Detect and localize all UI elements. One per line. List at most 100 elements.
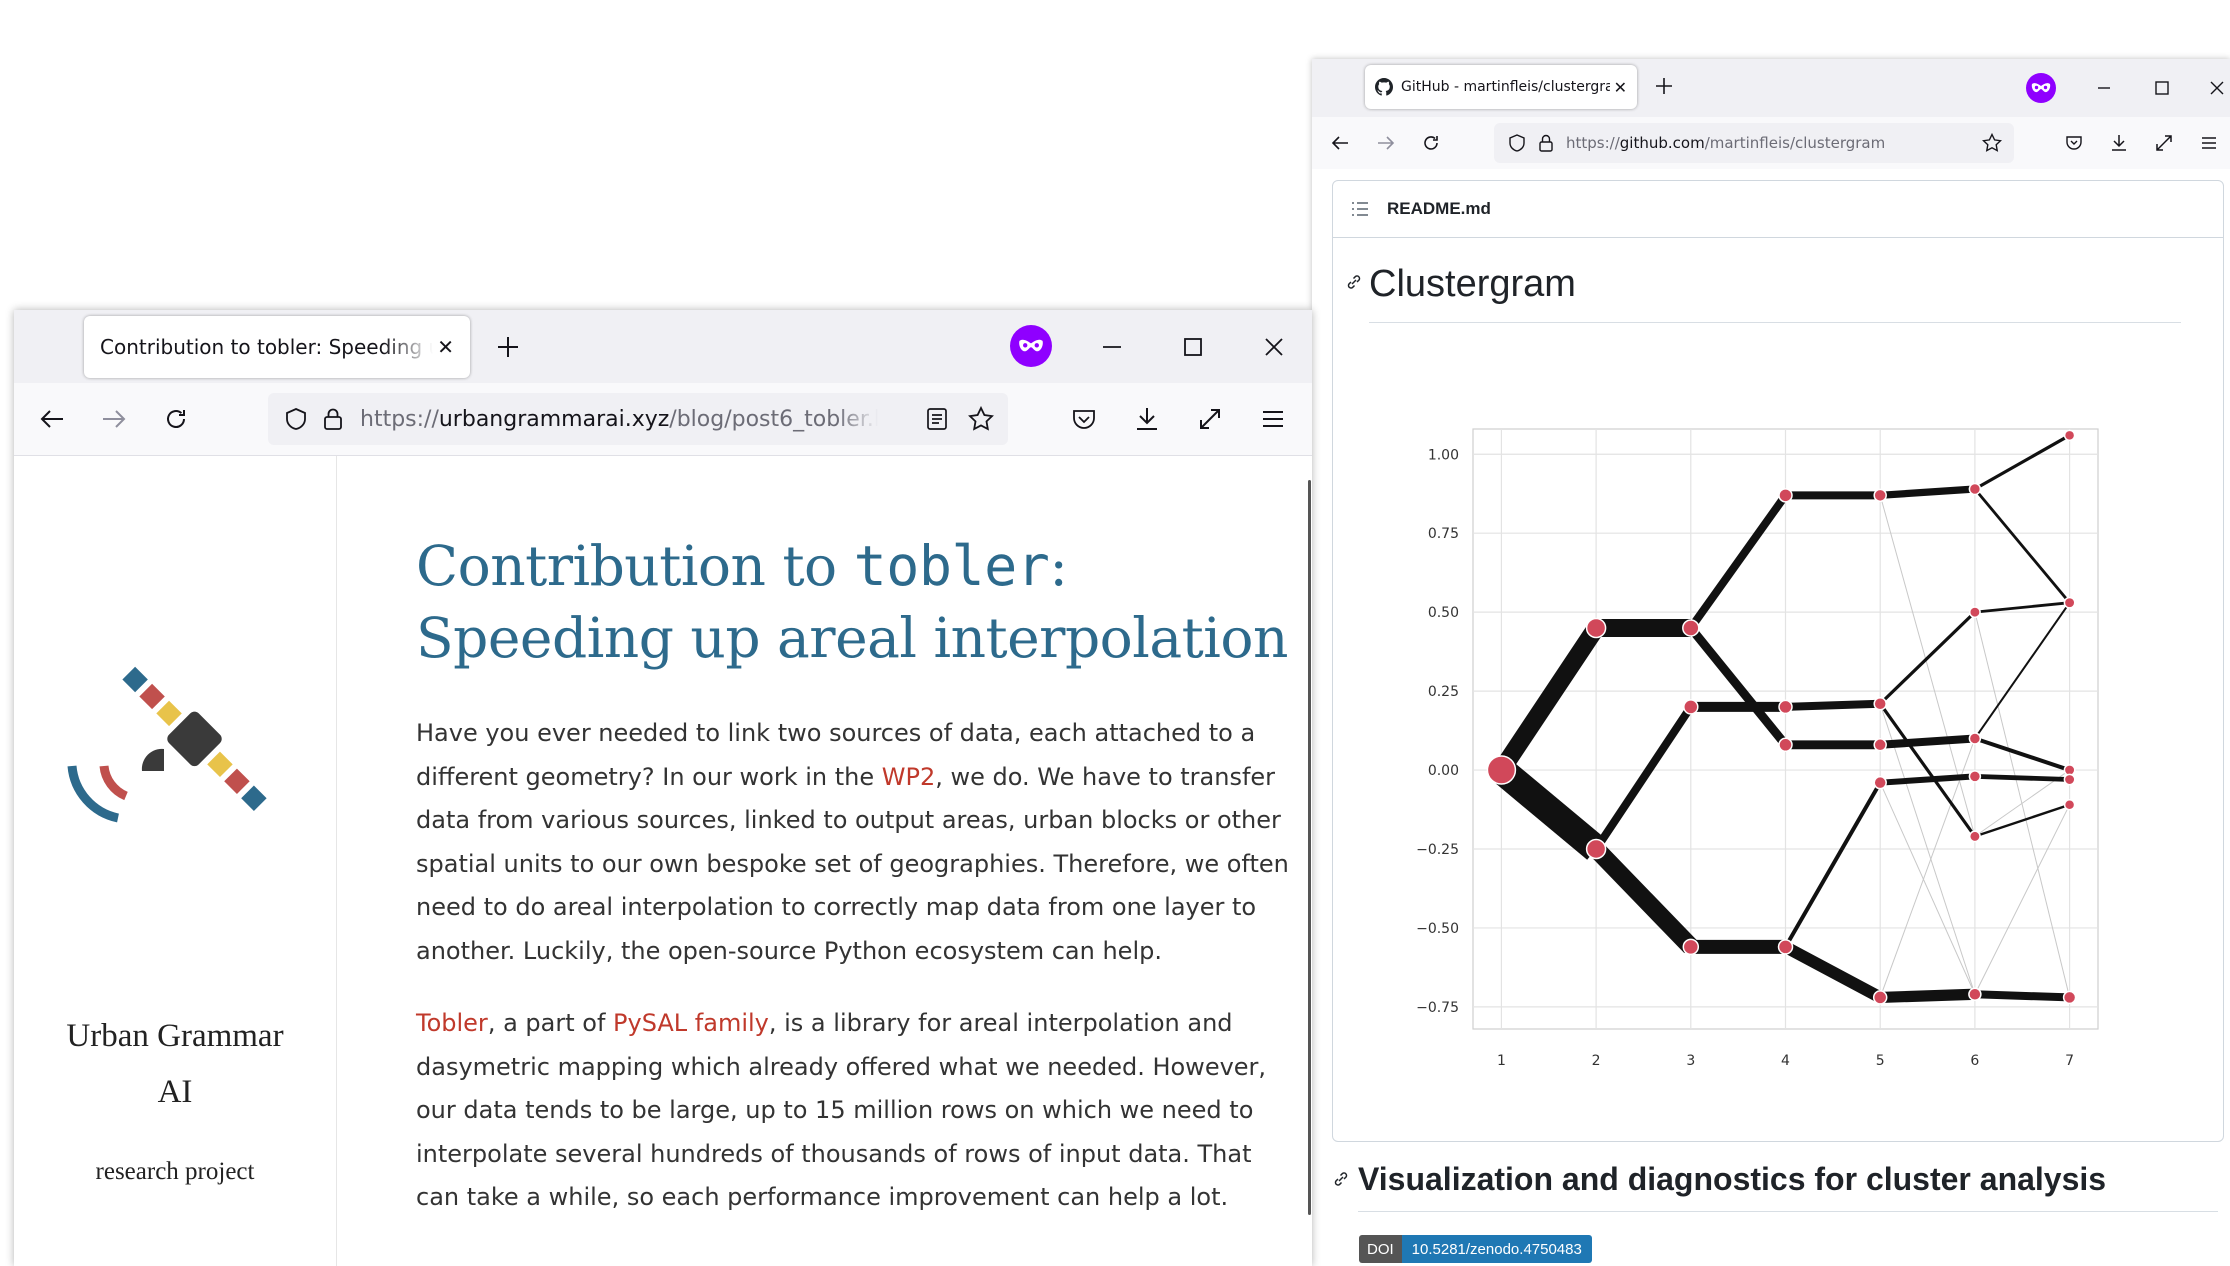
right-minimize-icon[interactable] xyxy=(2089,73,2119,103)
article-title-part1: Contribution to xyxy=(416,534,854,598)
left-tab-close-icon[interactable]: ✕ xyxy=(437,335,454,359)
left-url-prefix: https:// xyxy=(360,406,439,432)
right-url-prefix: https:// xyxy=(1566,134,1620,152)
right-private-browsing-icon xyxy=(2026,73,2056,103)
chart-node xyxy=(2062,990,2077,1005)
right-url-text[interactable]: https://github.com/martinfleis/clustergr… xyxy=(1566,134,1966,152)
chart-node xyxy=(1778,699,1793,715)
urban-grammar-logo[interactable] xyxy=(54,636,294,846)
left-tab-strip: Contribution to tobler: Speeding up area… xyxy=(14,310,1312,383)
left-tab-title: Contribution to tobler: Speeding up area… xyxy=(100,335,433,359)
right-bookmark-star-icon[interactable] xyxy=(1982,133,2002,153)
right-nav-bar: https://github.com/martinfleis/clustergr… xyxy=(1312,117,2230,169)
right-tracking-shield-icon[interactable] xyxy=(1508,134,1526,152)
list-toc-icon[interactable] xyxy=(1351,201,1369,217)
site-sidebar: Urban Grammar AI research project xyxy=(14,456,337,1266)
p1-text-b: , we do. We have to transfer data from v… xyxy=(416,762,1289,965)
left-maximize-icon[interactable] xyxy=(1176,330,1210,364)
chart-node xyxy=(1968,482,1982,496)
chart-y-tick-label: 0.75 xyxy=(1428,526,1459,542)
article-title-code: tobler xyxy=(853,534,1050,598)
p2-text-b: , is a library for areal interpolation a… xyxy=(416,1009,1267,1211)
chart-node xyxy=(1486,755,1517,785)
right-fullscreen-icon[interactable] xyxy=(2150,129,2178,157)
chart-node xyxy=(1968,770,1982,783)
chart-y-tick-label: 0.50 xyxy=(1428,605,1459,621)
chart-node xyxy=(1585,617,1607,639)
left-back-icon[interactable] xyxy=(34,401,70,437)
article-title: Contribution to tobler: Speeding up area… xyxy=(416,530,1296,674)
chart-node xyxy=(1778,488,1793,503)
wp2-link[interactable]: WP2 xyxy=(882,763,935,791)
chart-x-tick-label: 1 xyxy=(1497,1053,1506,1069)
right-active-tab[interactable]: GitHub - martinfleis/clustergram ✕ xyxy=(1365,65,1637,109)
h2-underline xyxy=(1358,1211,2218,1212)
site-name-line2[interactable]: AI xyxy=(14,1074,336,1111)
p2-text-a: , a part of xyxy=(487,1009,614,1037)
left-new-tab-icon[interactable] xyxy=(492,331,524,363)
left-scrollbar[interactable] xyxy=(1308,480,1311,1215)
chart-node xyxy=(1968,830,1981,843)
chart-node xyxy=(1968,606,1981,619)
left-close-window-icon[interactable] xyxy=(1257,330,1291,364)
chart-edge xyxy=(1880,988,1976,1004)
article-paragraph-2: Tobler, a part of PySAL family, is a lib… xyxy=(416,1002,1296,1220)
left-browser-window: Contribution to tobler: Speeding up area… xyxy=(14,310,1312,1266)
chart-node xyxy=(1682,938,1700,956)
chart-x-tick-label: 5 xyxy=(1876,1053,1885,1069)
chart-node xyxy=(1778,737,1793,753)
chart-x-tick-label: 4 xyxy=(1781,1053,1790,1069)
left-lock-icon[interactable] xyxy=(322,407,344,431)
left-fullscreen-icon[interactable] xyxy=(1192,401,1228,437)
left-menu-icon[interactable] xyxy=(1255,401,1291,437)
right-menu-icon[interactable] xyxy=(2195,129,2223,157)
right-reload-icon[interactable] xyxy=(1417,129,1445,157)
chart-y-tick-label: −0.75 xyxy=(1416,1000,1459,1016)
right-tab-close-icon[interactable]: ✕ xyxy=(1614,78,1627,97)
chart-node xyxy=(1872,990,1888,1005)
left-forward-icon[interactable] xyxy=(96,401,132,437)
chart-edge xyxy=(1974,773,2070,782)
chart-node xyxy=(1873,775,1887,790)
right-pocket-icon[interactable] xyxy=(2060,129,2088,157)
left-tracking-shield-icon[interactable] xyxy=(284,407,308,431)
tobler-link[interactable]: Tobler xyxy=(416,1009,488,1037)
right-lock-icon[interactable] xyxy=(1538,134,1554,152)
right-new-tab-icon[interactable] xyxy=(1649,71,1679,101)
left-download-icon[interactable] xyxy=(1129,401,1165,437)
chart-edge xyxy=(1785,699,1881,711)
reader-view-icon[interactable] xyxy=(926,407,948,431)
left-url-path: /blog/post6_tobler.h xyxy=(669,406,878,432)
left-url-text[interactable]: https://urbangrammarai.xyz/blog/post6_to… xyxy=(360,407,878,432)
readme-heading-visualization: Visualization and diagnostics for cluste… xyxy=(1358,1161,2107,1197)
chart-y-tick-label: −0.50 xyxy=(1416,921,1459,937)
readme-header: README.md xyxy=(1333,181,2223,238)
chart-node xyxy=(1873,696,1887,711)
pysal-family-link[interactable]: PySAL family xyxy=(613,1009,769,1037)
right-download-icon[interactable] xyxy=(2105,129,2133,157)
github-favicon-icon xyxy=(1375,78,1393,96)
right-maximize-icon[interactable] xyxy=(2147,73,2177,103)
left-reload-icon[interactable] xyxy=(158,401,194,437)
doi-badge[interactable]: DOI 10.5281/zenodo.4750483 xyxy=(1359,1235,1592,1263)
right-tab-title: GitHub - martinfleis/clustergram xyxy=(1401,79,1610,95)
right-forward-icon[interactable] xyxy=(1372,129,1400,157)
chart-node xyxy=(1968,732,1982,745)
chart-y-tick-label: 1.00 xyxy=(1428,447,1459,463)
left-active-tab[interactable]: Contribution to tobler: Speeding up area… xyxy=(84,316,470,378)
left-pocket-icon[interactable] xyxy=(1066,401,1102,437)
right-close-window-icon[interactable] xyxy=(2202,73,2230,103)
site-name-line1[interactable]: Urban Grammar xyxy=(14,1018,336,1055)
right-url-bar[interactable]: https://github.com/martinfleis/clustergr… xyxy=(1494,123,2014,163)
left-minimize-icon[interactable] xyxy=(1095,330,1129,364)
right-url-domain: github.com xyxy=(1619,134,1705,152)
h1-anchor-link-icon[interactable] xyxy=(1345,273,1363,295)
left-bookmark-star-icon[interactable] xyxy=(968,406,994,432)
right-back-icon[interactable] xyxy=(1326,129,1354,157)
chart-node xyxy=(1585,838,1607,860)
h2-anchor-link-icon[interactable] xyxy=(1332,1170,1350,1192)
right-browser-window: GitHub - martinfleis/clustergram ✕ https… xyxy=(1312,59,2230,1266)
chart-y-tick-label: −0.25 xyxy=(1416,842,1459,858)
chart-node xyxy=(2063,596,2076,609)
left-url-bar[interactable]: https://urbangrammarai.xyz/blog/post6_to… xyxy=(268,393,1008,445)
